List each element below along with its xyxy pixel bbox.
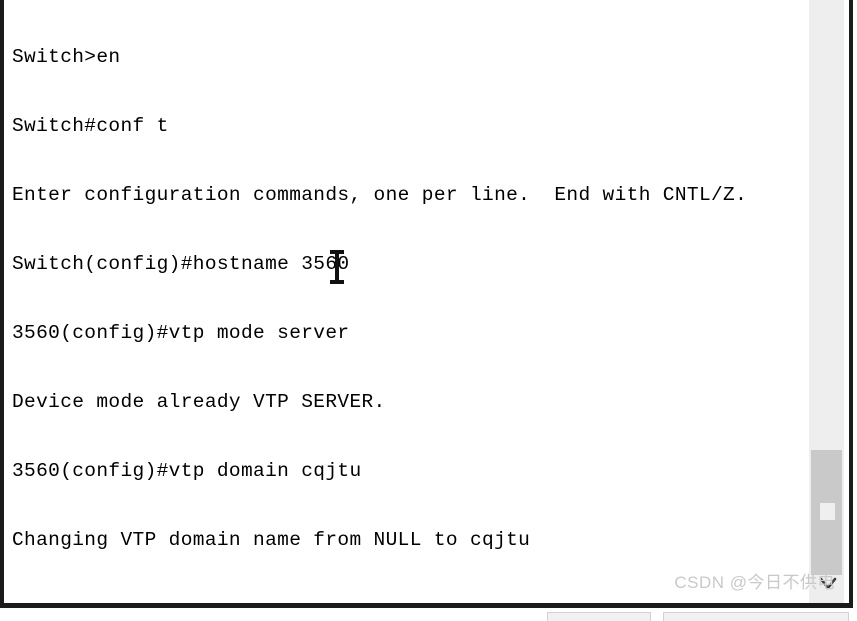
console-line: Device mode already VTP SERVER. xyxy=(12,391,386,413)
cli-console-window: Switch>en Switch#conf t Enter configurat… xyxy=(0,0,857,621)
partial-button-left[interactable] xyxy=(547,612,651,621)
console-line: Switch>en xyxy=(12,46,121,68)
console-line: Switch(config)#hostname 3560 xyxy=(12,253,350,275)
scrollbar-thumb[interactable] xyxy=(811,450,842,575)
console-line: 3560(config)#vtp mode server xyxy=(12,598,812,600)
console-output[interactable]: Switch>en Switch#conf t Enter configurat… xyxy=(12,0,812,600)
terminal-frame: Switch>en Switch#conf t Enter configurat… xyxy=(0,0,853,608)
console-line: 3560(config)#vtp mode server xyxy=(12,322,350,344)
partial-button-right[interactable] xyxy=(663,612,849,621)
console-line: Switch#conf t xyxy=(12,115,169,137)
console-line: Enter configuration commands, one per li… xyxy=(12,184,748,206)
below-frame-strip xyxy=(0,609,857,621)
scrollbar-thumb-grip xyxy=(820,503,835,520)
console-line: Changing VTP domain name from NULL to cq… xyxy=(12,529,531,551)
csdn-watermark: CSDN @今日不供电 xyxy=(674,573,835,592)
console-line: 3560(config)#vtp domain cqjtu xyxy=(12,460,362,482)
vertical-scrollbar[interactable] xyxy=(809,0,844,603)
